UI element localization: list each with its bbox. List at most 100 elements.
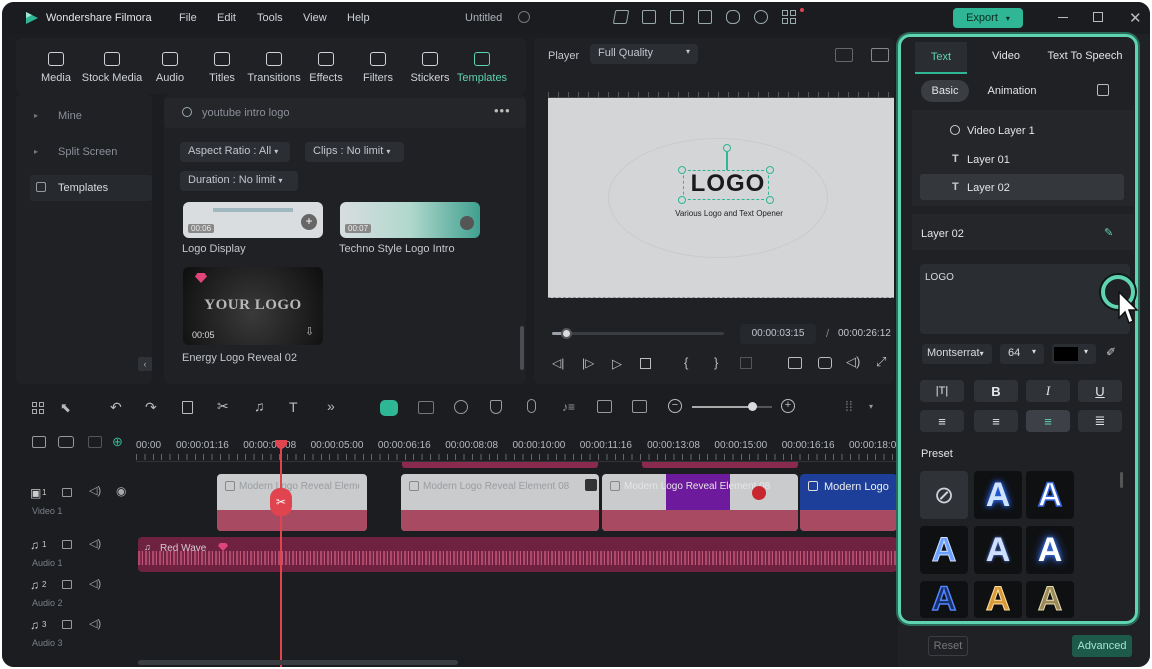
font-size-dropdown[interactable]: 64 ▾ — [1000, 344, 1044, 364]
playhead[interactable] — [280, 442, 282, 667]
timeline-scrollbar[interactable] — [138, 660, 458, 665]
search-bar[interactable]: youtube intro logo ••• — [164, 98, 526, 128]
speaker-icon[interactable]: ◁) — [89, 577, 101, 590]
folder-icon[interactable] — [62, 580, 72, 589]
preset-dark-blue[interactable]: A — [920, 581, 968, 618]
resize-handle[interactable] — [766, 166, 774, 174]
resize-handle[interactable] — [678, 196, 686, 204]
apps-grid-icon[interactable] — [782, 10, 796, 24]
layer-item-video-1[interactable]: Video Layer 1 — [967, 125, 1035, 137]
speed-icon[interactable] — [454, 400, 468, 414]
more-tools-icon[interactable]: » — [327, 398, 335, 414]
justify-button[interactable]: ≣ — [1078, 410, 1122, 432]
undo-icon[interactable]: ↶ — [110, 399, 122, 416]
save-preset-icon[interactable] — [1097, 84, 1109, 96]
preset-none[interactable]: ⊘ — [920, 471, 968, 519]
sidebar-item-mine[interactable]: Mine — [58, 110, 82, 122]
previous-frame-icon[interactable]: ◁| — [552, 356, 564, 370]
speaker-icon[interactable]: ◁) — [89, 537, 101, 550]
send-icon[interactable] — [612, 10, 630, 24]
zoom-out-icon[interactable]: − — [668, 399, 682, 413]
italic-button[interactable]: I — [1026, 380, 1070, 402]
menu-edit[interactable]: Edit — [217, 12, 236, 24]
folder-icon[interactable] — [62, 540, 72, 549]
delete-icon[interactable] — [182, 401, 193, 414]
menu-tools[interactable]: Tools — [257, 12, 283, 24]
subtitle-track-icon[interactable] — [88, 436, 102, 448]
snapshot-icon[interactable] — [818, 357, 832, 369]
preview-canvas[interactable]: LOGO Various Logo and Text Opener — [548, 98, 894, 298]
record-screen-icon[interactable] — [597, 400, 612, 413]
align-center-button[interactable]: ≡ — [1026, 410, 1070, 432]
tab-text[interactable]: Text — [915, 42, 967, 74]
next-frame-icon[interactable]: |▷ — [582, 356, 594, 370]
timeline-ruler[interactable]: 00:00 00:00:01:16 00:00:03:08 00:00:05:00 00… — [136, 426, 902, 462]
fit-icon[interactable] — [632, 400, 647, 413]
text-color-picker[interactable]: ▾ — [1052, 344, 1096, 364]
split-scissors-icon[interactable]: ✂ — [270, 488, 292, 516]
underline-button[interactable]: U — [1078, 380, 1122, 402]
video-clip[interactable]: Modern Logo — [800, 474, 897, 531]
font-dropdown[interactable]: Montserrat▾ — [922, 344, 992, 364]
scrollbar-thumb[interactable] — [520, 326, 524, 370]
advanced-button[interactable]: Advanced — [1072, 635, 1132, 657]
tab-titles[interactable]: Titles — [196, 52, 248, 84]
eye-icon[interactable]: ◉ — [116, 484, 126, 498]
speaker-icon[interactable]: ◁) — [89, 617, 101, 630]
template-thumb-logo-display[interactable]: 00:06 + — [183, 202, 323, 238]
aspect-ratio-dropdown[interactable]: Aspect Ratio : All ▾ — [180, 142, 290, 162]
tab-templates[interactable]: Templates — [456, 52, 508, 84]
volume-icon[interactable]: ◁) — [846, 354, 860, 370]
text-tool-icon[interactable]: T — [289, 399, 298, 415]
reset-button[interactable]: Reset — [928, 636, 968, 656]
mark-out-icon[interactable]: } — [714, 355, 718, 370]
preset-neon-blue[interactable]: A — [920, 526, 968, 574]
tab-stock-media[interactable]: Stock Media — [82, 52, 142, 84]
display-settings-icon[interactable] — [788, 357, 802, 369]
keyframe-icon[interactable] — [418, 401, 434, 414]
quality-dropdown[interactable]: Full Quality ▾ — [590, 44, 698, 64]
maximize-icon[interactable] — [1093, 12, 1103, 22]
text-content-input[interactable]: LOGO — [920, 264, 1130, 334]
add-icon[interactable]: + — [301, 214, 317, 230]
resize-handle[interactable] — [766, 196, 774, 204]
link-icon[interactable] — [58, 436, 74, 448]
chevron-down-icon[interactable]: ▾ — [869, 402, 873, 411]
select-tool-icon[interactable]: ⬉ — [60, 400, 71, 416]
menu-help[interactable]: Help — [347, 12, 370, 24]
resize-handle[interactable] — [678, 166, 686, 174]
progress-handle[interactable] — [560, 328, 572, 339]
preset-white-glow[interactable]: A — [1026, 526, 1074, 574]
sidebar-item-split-screen[interactable]: Split Screen — [58, 146, 117, 158]
template-thumb-techno-style[interactable]: 00:07 — [340, 202, 480, 238]
clipboard-icon[interactable] — [642, 10, 656, 24]
cloud-icon[interactable] — [726, 10, 740, 24]
tab-text-to-speech[interactable]: Text To Speech — [1043, 50, 1127, 62]
folder-icon[interactable] — [62, 488, 72, 497]
tab-transitions[interactable]: Transitions — [247, 52, 301, 84]
audio-edit-icon[interactable]: ♫ — [254, 398, 265, 414]
download-icon[interactable] — [460, 216, 474, 230]
speaker-icon[interactable]: ◁) — [89, 484, 101, 497]
zoom-in-icon[interactable]: + — [781, 399, 795, 413]
effect-strip[interactable] — [642, 462, 798, 468]
render-icon[interactable] — [740, 357, 752, 369]
menu-view[interactable]: View — [303, 12, 327, 24]
download-icon[interactable]: ⇩ — [305, 325, 314, 338]
sidebar-item-templates[interactable]: Templates — [30, 175, 152, 201]
preset-gold[interactable]: A — [974, 581, 1022, 618]
timeline-grid-icon[interactable]: ⁞⁞ — [845, 398, 853, 414]
bold-button[interactable]: B — [974, 380, 1018, 402]
minimize-icon[interactable] — [1058, 17, 1068, 18]
more-options-icon[interactable]: ••• — [494, 103, 511, 118]
tab-video[interactable]: Video — [981, 50, 1031, 62]
layer-item-02-selected[interactable]: T Layer 02 — [920, 174, 1124, 200]
preset-bronze[interactable]: A — [1026, 581, 1074, 618]
grid-view-icon[interactable] — [835, 48, 853, 62]
add-track-icon[interactable] — [32, 436, 46, 448]
duration-dropdown[interactable]: Duration : No limit ▾ — [180, 171, 298, 191]
preset-scrollbar[interactable] — [1120, 472, 1123, 488]
search-input[interactable]: youtube intro logo — [202, 107, 289, 119]
effect-strip[interactable] — [402, 462, 598, 468]
layout-icon[interactable] — [32, 402, 44, 414]
